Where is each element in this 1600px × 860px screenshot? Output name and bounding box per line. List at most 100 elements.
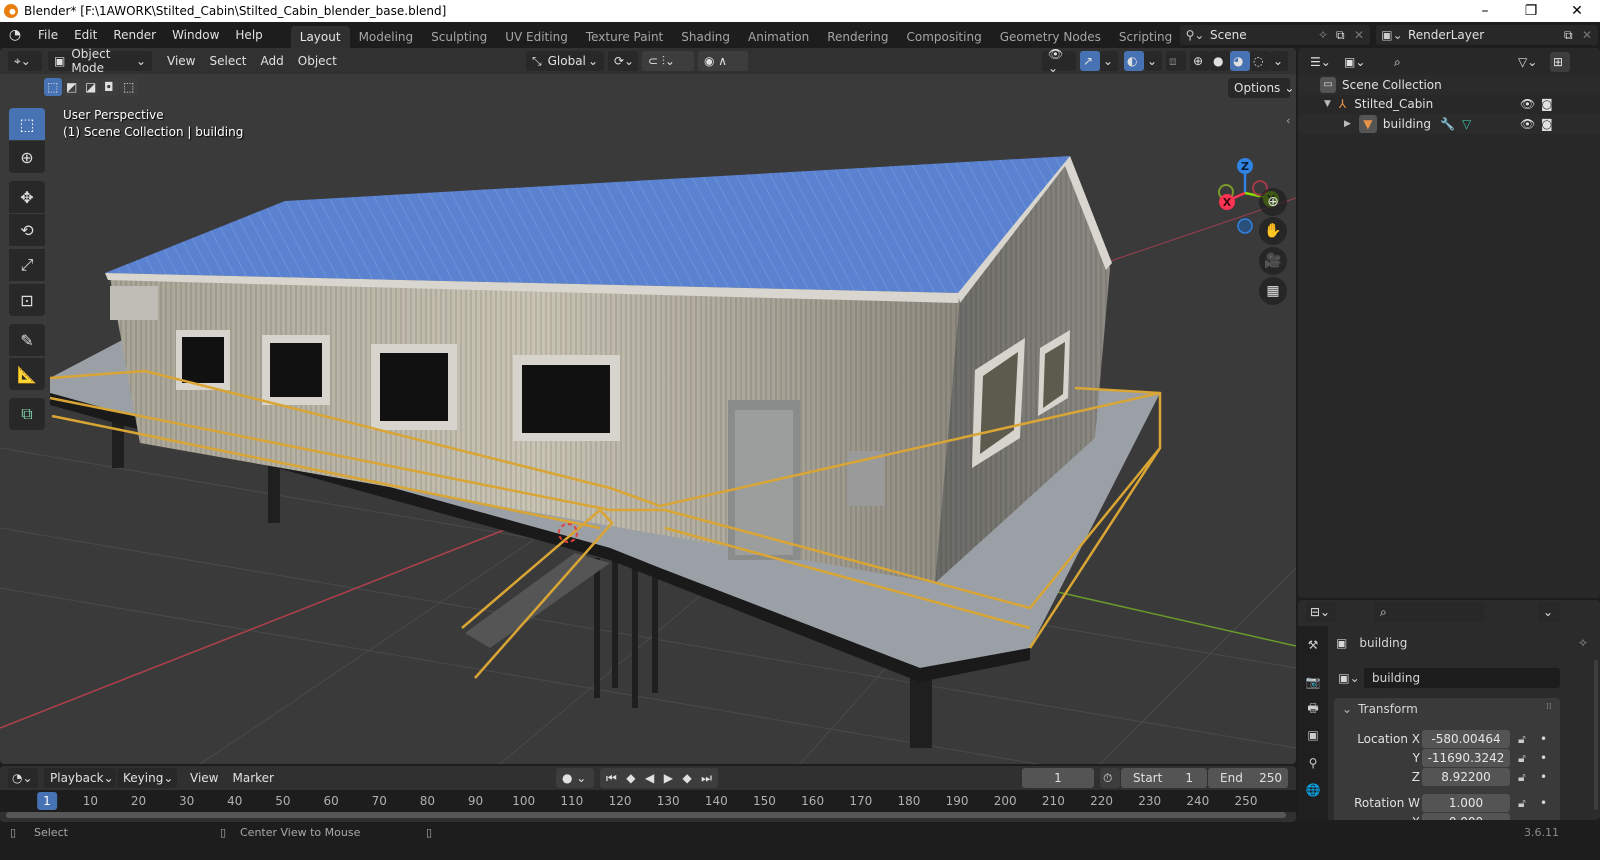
sidebar-toggle-arrow[interactable]: ‹ [1286,114,1290,127]
tab-tool[interactable]: ⚒ [1304,636,1322,654]
scene-selector[interactable]: ⚲⌄ Scene ✧ ⧉ ✕ [1180,25,1370,45]
keying-menu[interactable]: Keying ⌄ [117,768,177,788]
current-frame-indicator[interactable]: 1 [37,792,57,810]
object-datablock-icon[interactable]: ▣⌄ [1334,668,1364,688]
gizmo-toggle[interactable]: ↗ [1080,51,1100,71]
camera-view-button[interactable]: 🎥 [1259,247,1287,275]
prev-keyframe-icon[interactable]: ◆ [626,771,635,785]
select-subtract-button[interactable]: ◪ [82,78,100,96]
current-frame-field[interactable]: 1 [1022,768,1094,788]
properties-scrollbar[interactable] [1594,660,1598,810]
new-collection-button[interactable]: ⊞ [1550,52,1570,72]
menu-window[interactable]: Window [164,22,227,48]
outliner-filter[interactable]: ▽⌄ [1514,52,1544,72]
display-mode-selector[interactable]: ▣⌄ [1340,52,1370,72]
properties-editor-type[interactable]: ⊟⌄ [1306,602,1336,622]
timeline-scrollbar[interactable] [6,812,1286,818]
shading-material-preview[interactable]: ◕ [1230,51,1250,71]
viewport-menu-select[interactable]: Select [202,54,253,68]
next-keyframe-icon[interactable]: ◆ [682,771,691,785]
tool-transform[interactable]: ⊡ [9,284,45,316]
overlays-toggle[interactable]: ◐ [1124,51,1144,71]
tab-uv-editing[interactable]: UV Editing [496,26,577,48]
tab-scripting[interactable]: Scripting [1110,26,1181,48]
timeline-menu-view[interactable]: View [183,771,225,785]
lock-icon[interactable]: 🔓︎ [1518,730,1526,749]
transform-panel-header[interactable]: ⌄ Transform [1342,702,1418,716]
view-layer-selector[interactable]: ▣⌄ RenderLayer ⧉ ✕ [1376,25,1598,45]
outliner-row-building[interactable]: ▶ ▼ building 🔧 ▽ 👁 ◙ [1298,114,1600,134]
outliner-search[interactable]: ⌕ [1388,52,1496,72]
delete-view-layer-icon[interactable]: ✕ [1582,28,1598,42]
3d-viewport[interactable]: ⌖⌄ ▣ Object Mode ⌄ View Select Add Objec… [0,48,1296,764]
jump-end-icon[interactable]: ⏭ [701,771,712,786]
select-invert-button[interactable]: ◘ [101,78,119,96]
select-intersect-button[interactable]: ⬚ [120,78,138,96]
play-reverse-icon[interactable]: ◀ [645,771,654,785]
render-camera-icon[interactable]: ◙ [1541,97,1553,111]
view-layer-name[interactable]: RenderLayer [1408,28,1564,42]
shading-wireframe[interactable]: ⊕ [1190,51,1210,71]
tab-scene[interactable]: ⚲ [1304,754,1322,772]
keyframe-dot-icon[interactable]: • [1540,749,1547,768]
expand-arrow-icon[interactable]: ▼ [1324,99,1331,109]
snap-toggle[interactable]: ⊂ ⫶⌄ [642,51,694,71]
outliner-row-stilted-cabin[interactable]: ▼ ⅄ Stilted_Cabin 👁 ◙ [1298,94,1600,114]
mesh-data-icon[interactable]: ▽ [1462,117,1471,131]
tab-geometry-nodes[interactable]: Geometry Nodes [991,26,1110,48]
tab-shading[interactable]: Shading [672,26,739,48]
editor-type-button[interactable]: ⌖⌄ [8,51,42,71]
xray-toggle[interactable]: ⧈ [1166,51,1186,71]
start-frame-field[interactable]: Start 1 [1121,768,1207,788]
tab-modeling[interactable]: Modeling [350,26,423,48]
tab-animation[interactable]: Animation [739,26,818,48]
tab-world[interactable]: 🌐 [1304,781,1322,799]
pin-icon[interactable]: ✧ [1318,28,1336,42]
object-name-field[interactable]: ▣⌄ building [1334,668,1560,688]
location-y-field[interactable]: -11690.3242 [1422,749,1510,767]
visibility-eye-icon[interactable]: 👁 [1520,117,1535,131]
shading-rendered[interactable]: ◌ [1250,51,1270,71]
keyframe-dot-icon[interactable]: • [1540,730,1547,749]
play-icon[interactable]: ▶ [664,771,673,785]
keyframe-dot-icon[interactable]: • [1540,768,1547,787]
timeline-ruler[interactable]: 1 10 20 30 40 50 60 70 80 90 100 110 120 130 140 150 160… [0,790,1296,812]
menu-render[interactable]: Render [105,22,164,48]
tool-add-cube[interactable]: ⧉ [9,398,45,430]
gizmo-dropdown[interactable]: ⌄ [1100,51,1118,71]
tab-render[interactable]: 📷 [1304,673,1322,691]
zoom-view-button[interactable]: ⊕ [1259,188,1287,216]
tool-rotate[interactable]: ⟲ [9,214,45,246]
tab-layout[interactable]: Layout [290,26,350,48]
modifier-wrench-icon[interactable]: 🔧 [1440,117,1455,131]
menu-file[interactable]: File [30,22,66,48]
preview-range-toggle[interactable]: ⏱ [1100,768,1120,788]
selectability-visibility-button[interactable]: 👁⌄ [1042,48,1076,75]
pan-view-button[interactable]: ✋ [1259,217,1287,245]
location-x-field[interactable]: -580.00464 [1422,730,1510,748]
blender-menu-icon[interactable]: ◔ [0,27,30,43]
viewport-menu-object[interactable]: Object [291,54,344,68]
outliner-editor-type[interactable]: ☰⌄ [1306,52,1336,72]
lock-icon[interactable]: 🔓︎ [1518,768,1526,787]
viewport-menu-add[interactable]: Add [254,54,291,68]
location-z-field[interactable]: 8.92200 [1422,768,1510,786]
perspective-toggle-button[interactable]: ▦ [1259,277,1287,305]
timeline-editor-type[interactable]: ◔⌄ [8,768,38,788]
tool-cursor[interactable]: ⊕ [9,141,45,173]
outliner-row-scene-collection[interactable]: ▭ Scene Collection [1298,75,1600,95]
keyframe-dot-icon[interactable]: • [1540,794,1547,813]
lock-icon[interactable]: 🔓︎ [1518,794,1526,813]
maximize-button[interactable]: ❐ [1508,0,1554,22]
timeline-menu-marker[interactable]: Marker [225,771,280,785]
properties-search[interactable]: ⌕ [1374,602,1484,622]
tool-move[interactable]: ✥ [9,181,45,213]
transform-orientation-selector[interactable]: ⤡ Global ⌄ [526,51,604,71]
overlays-dropdown[interactable]: ⌄ [1144,51,1162,71]
scene-name[interactable]: Scene [1210,28,1318,42]
tab-sculpting[interactable]: Sculpting [422,26,496,48]
viewport-menu-view[interactable]: View [160,54,202,68]
menu-edit[interactable]: Edit [66,22,105,48]
options-button[interactable]: Options ⌄ [1228,78,1294,98]
visibility-eye-icon[interactable]: 👁 [1520,97,1535,111]
